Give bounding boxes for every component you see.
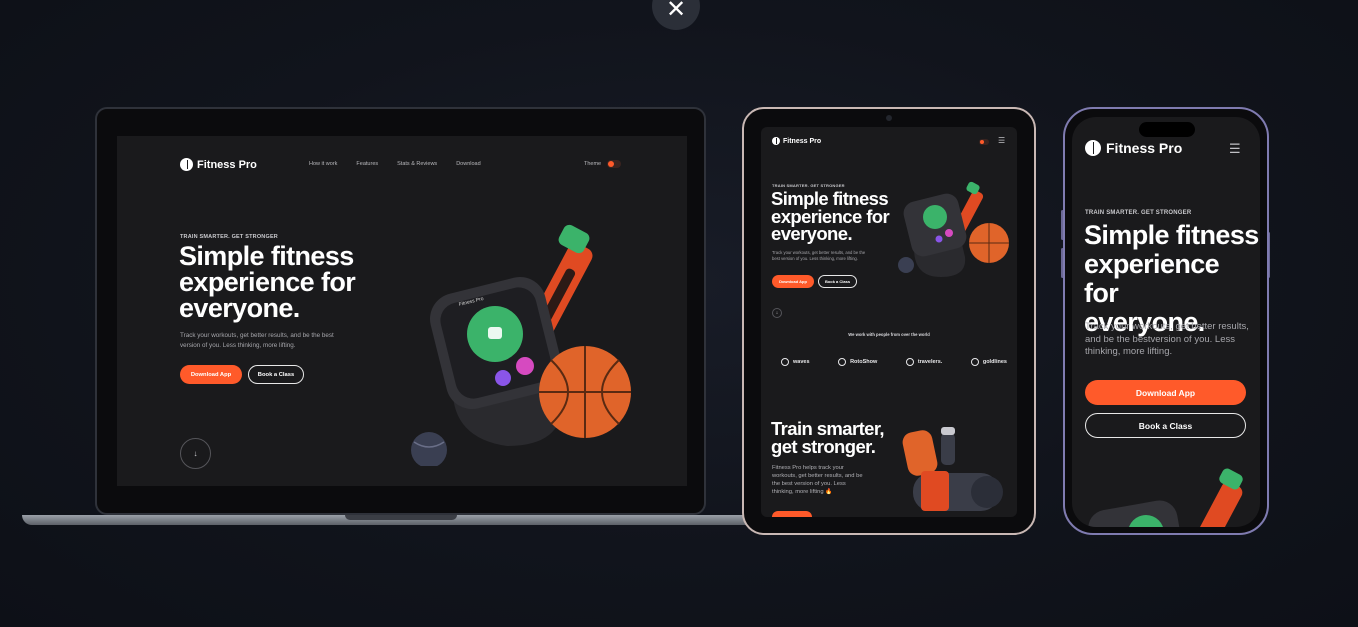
logo-mark-icon: [180, 158, 193, 171]
download-app-button[interactable]: Download App: [772, 275, 814, 288]
site-logo[interactable]: Fitness Pro: [180, 158, 257, 171]
brand-name: Fitness Pro: [197, 158, 257, 171]
subtext-line: Track your workouts, get better results,…: [180, 332, 334, 339]
subtext-line: and be the bestversion of you. Less: [1085, 333, 1235, 345]
tablet-site-preview: Fitness Pro ☰ TRAIN SMARTER. GET STRONGE…: [761, 127, 1017, 517]
subtext-line: Track your workouts, get better results,: [1085, 321, 1249, 332]
arrow-down-icon: ↓: [193, 449, 198, 458]
partners-row: waves RotoShow travelers. goldlines: [781, 358, 1007, 366]
partners-title: We work with people from over the world: [848, 332, 930, 337]
hero-eyebrow: TRAIN SMARTER. GET STRONGER: [180, 234, 278, 240]
text-line: workouts, get better results, and be: [772, 473, 863, 479]
headline-line: experience for: [179, 267, 356, 297]
site-logo[interactable]: Fitness Pro: [772, 137, 821, 145]
laptop-mockup: Fitness Pro How it work Features Stats &…: [22, 107, 782, 527]
brand-name: Fitness Pro: [783, 137, 822, 145]
logo-mark-icon: [1085, 140, 1101, 156]
book-class-button[interactable]: Book a Class: [818, 275, 857, 288]
partner-logo-rotoshow: RotoShow: [838, 358, 877, 366]
text-line: the best version of you. Less: [772, 481, 846, 487]
hero-eyebrow: TRAIN SMARTER. GET STRONGER: [1085, 210, 1192, 216]
scroll-down-button[interactable]: ↓: [180, 438, 211, 469]
brand-name: Fitness Pro: [1106, 140, 1183, 156]
hero-headline: Simple fitness experience for everyone.: [179, 241, 356, 323]
section2-cta-button[interactable]: [772, 511, 812, 517]
headline-line: Simple fitness: [1084, 220, 1259, 250]
text-line: Fitness Pro helps track your: [772, 465, 844, 471]
laptop-notch: [345, 515, 457, 520]
book-class-button[interactable]: Book a Class: [1085, 413, 1246, 438]
theme-toggle[interactable]: [979, 139, 989, 145]
phone-site-preview: Fitness Pro ☰ TRAIN SMARTER. GET STRONGE…: [1072, 117, 1260, 527]
subtext-line: best version of you. Less thinking, more…: [772, 256, 858, 261]
theme-toggle[interactable]: [607, 160, 622, 168]
hero-subtext: Track your workouts, get better results,…: [180, 331, 334, 350]
boxing-gear-illustration: [902, 427, 1003, 511]
section2-headline: Train smarter, get stronger.: [771, 419, 885, 457]
hamburger-menu-icon[interactable]: ☰: [998, 136, 1005, 145]
section2-text: Fitness Pro helps track your workouts, g…: [772, 464, 863, 496]
phone-dynamic-island: [1139, 122, 1195, 137]
headline-line: Simple fitness: [179, 241, 354, 271]
theme-switch[interactable]: Theme: [584, 160, 622, 168]
theme-label: Theme: [584, 161, 602, 167]
basketball-illustration: [539, 346, 631, 438]
hero-illustration: Fitness Pro: [411, 224, 631, 466]
headline-line: everyone.: [771, 223, 853, 244]
basketball-illustration: [969, 223, 1009, 263]
hero-illustration: [898, 181, 1009, 277]
hero-headline: Simple fitness experience for everyone.: [771, 188, 890, 244]
tablet-mockup: Fitness Pro ☰ TRAIN SMARTER. GET STRONGE…: [742, 107, 1036, 535]
hero-subtext: Track your workouts, get better results,…: [772, 250, 865, 262]
partner-logo-travelers: travelers.: [905, 358, 942, 366]
tablet-camera: [886, 115, 892, 121]
toggle-knob: [608, 161, 615, 167]
partner-logo-goldlines: goldlines: [970, 358, 1007, 366]
download-app-button[interactable]: Download App: [1085, 380, 1246, 405]
headline-line: get stronger.: [771, 436, 876, 457]
boxing-glove-illustration: [902, 430, 938, 476]
toggle-knob: [980, 140, 984, 144]
headline-line: Simple fitness: [771, 188, 889, 209]
nav-link-how-it-work[interactable]: How it work: [309, 161, 337, 167]
desktop-site-preview: Fitness Pro How it work Features Stats &…: [117, 136, 687, 486]
main-nav: How it work Features Stats & Reviews Dow…: [309, 161, 481, 167]
scroll-down-button[interactable]: ↓: [772, 308, 782, 318]
subtext-line: version of you. Less thinking, more lift…: [180, 341, 296, 349]
partner-logo-waves: waves: [781, 358, 810, 366]
water-bottle-illustration: [1199, 468, 1243, 527]
laptop-lid: Fitness Pro How it work Features Stats &…: [95, 107, 706, 515]
smart-watch-illustration: [1088, 500, 1182, 527]
tennis-ball-illustration: [411, 432, 447, 466]
nav-link-features[interactable]: Features: [356, 161, 378, 167]
hero-headline: Simple fitness experience for everyone.: [1084, 221, 1260, 337]
nav-link-stats-reviews[interactable]: Stats & Reviews: [397, 161, 437, 167]
download-app-button[interactable]: Download App: [180, 365, 242, 384]
bottle-illustration: [941, 433, 955, 465]
logo-mark-icon: [772, 137, 780, 145]
hero-illustration: [1088, 468, 1243, 527]
book-class-button[interactable]: Book a Class: [248, 365, 304, 384]
hero-subtext: Track your workouts, get better results,…: [1085, 321, 1249, 359]
hamburger-menu-icon[interactable]: ☰: [1229, 141, 1241, 157]
arrow-down-icon: ↓: [775, 310, 779, 316]
text-line: thinking, more lifting 🔥: [772, 489, 833, 495]
tennis-ball-illustration: [898, 257, 914, 273]
close-icon: ✕: [665, 0, 687, 23]
phone-mockup: Fitness Pro ☰ TRAIN SMARTER. GET STRONGE…: [1063, 107, 1269, 535]
nav-link-download[interactable]: Download: [456, 161, 480, 167]
site-logo[interactable]: Fitness Pro: [1085, 140, 1182, 156]
close-button[interactable]: ✕: [652, 0, 700, 30]
headline-line: everyone.: [179, 293, 300, 323]
headline-line: experience for: [1084, 249, 1220, 308]
subtext-line: thinking, more lifting.: [1085, 346, 1173, 357]
